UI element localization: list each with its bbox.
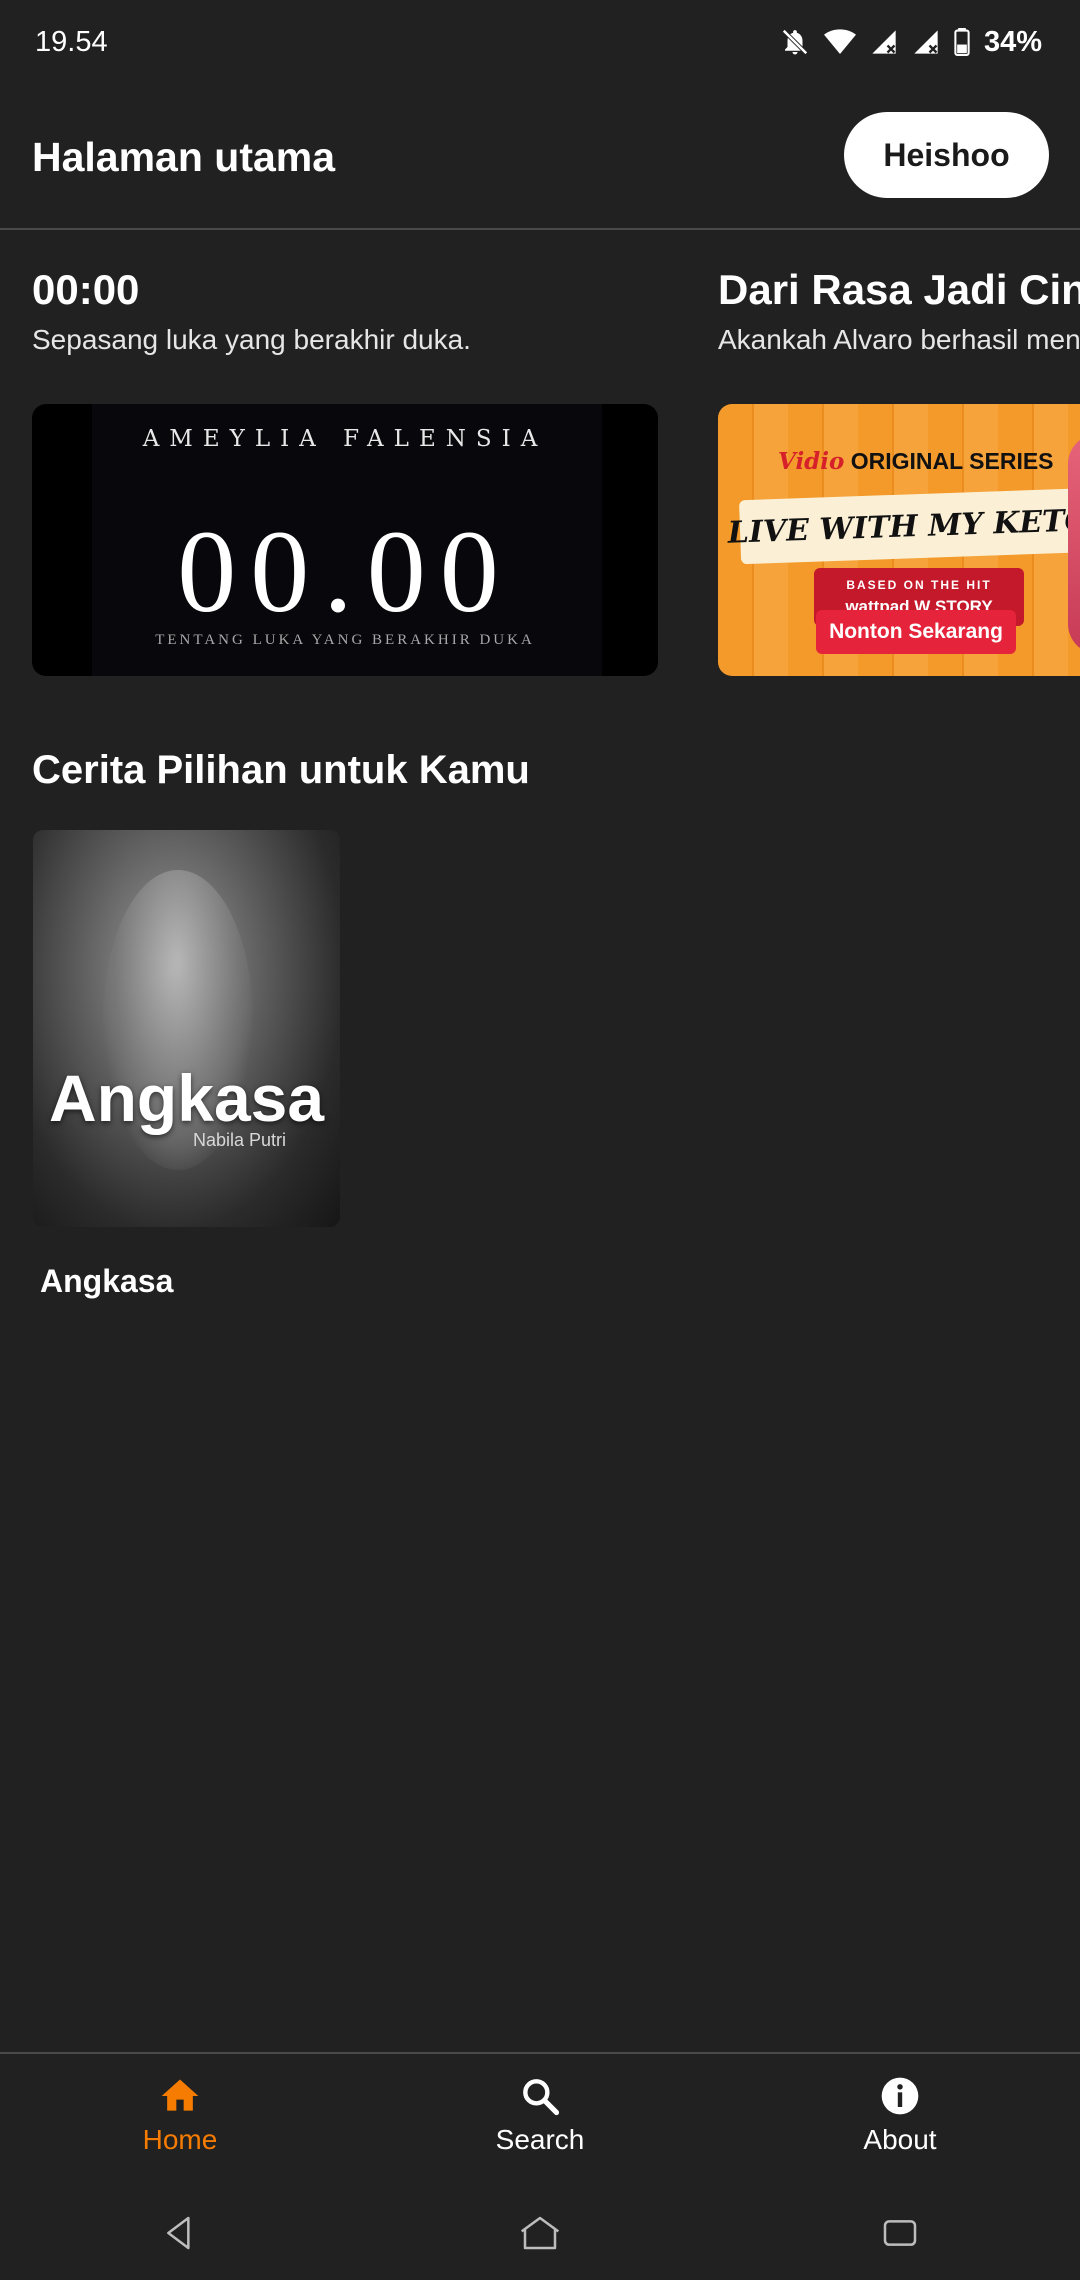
- status-icons: 34%: [780, 26, 1042, 59]
- banner-brand: Vidio ORIGINAL SERIES: [778, 448, 1054, 475]
- banner-tagline: TENTANG LUKA YANG BERAKHIR DUKA: [155, 632, 535, 648]
- featured-banner[interactable]: AMEYLIA FALENSIA 00.00 TENTANG LUKA YANG…: [32, 404, 658, 676]
- search-icon: [518, 2074, 562, 2124]
- profile-button[interactable]: Heishoo: [844, 112, 1049, 198]
- featured-carousel[interactable]: 00:00 Sepasang luka yang berakhir duka. …: [0, 232, 1080, 692]
- cover-author: Nabila Putri: [193, 1130, 287, 1150]
- vidio-logo: Vidio: [778, 448, 845, 475]
- section-title: Cerita Pilihan untuk Kamu: [32, 748, 530, 792]
- nav-about[interactable]: About: [720, 2054, 1080, 2184]
- home-icon: [158, 2074, 202, 2124]
- battery-level: 34%: [983, 25, 1042, 58]
- signal-icon: [912, 28, 940, 56]
- book-cover[interactable]: Angkasa Nabila Putri: [33, 830, 340, 1227]
- nav-home[interactable]: Home: [0, 2054, 360, 2184]
- watch-now-button[interactable]: Nonton Sekarang: [816, 610, 1016, 654]
- featured-title: Dari Rasa Jadi Cinta: [718, 266, 1080, 313]
- banner-author: AMEYLIA FALENSIA: [142, 426, 548, 452]
- book-card[interactable]: Angkasa Nabila Putri Angkasa: [33, 830, 340, 1300]
- bottom-navigation: Home Search About: [0, 2052, 1080, 2184]
- nav-search-label: Search: [495, 2124, 585, 2155]
- signal-icon: [870, 28, 898, 56]
- banner-title: 00.00: [177, 506, 513, 637]
- featured-banner[interactable]: Vidio ORIGINAL SERIES LIVE WITH MY KETOS…: [718, 404, 1080, 676]
- nav-home-label: Home: [142, 2124, 218, 2155]
- system-navigation-bar: [0, 2186, 1080, 2280]
- banner-series-title: LIVE WITH MY KETOS: [727, 487, 1080, 565]
- banner-character-image: [1068, 434, 1080, 654]
- nav-search[interactable]: Search: [360, 2054, 720, 2184]
- status-bar: 19.54 34%: [0, 0, 1080, 84]
- banner-brand-suffix: ORIGINAL SERIES: [850, 448, 1054, 474]
- featured-subtitle: Sepasang luka yang berakhir duka.: [32, 324, 471, 355]
- nav-about-label: About: [863, 2124, 937, 2155]
- banner-based-text: BASED ON THE HIT: [846, 578, 992, 592]
- featured-title: 00:00: [32, 266, 140, 313]
- battery-icon: [954, 28, 970, 56]
- recents-icon[interactable]: [870, 2203, 930, 2263]
- status-time: 19.54: [35, 25, 108, 58]
- bell-off-icon: [780, 27, 810, 57]
- cover-title: Angkasa: [48, 1061, 325, 1135]
- wifi-icon: [823, 28, 856, 56]
- info-icon: [878, 2074, 922, 2124]
- app-header: Halaman utama Heishoo: [0, 84, 1080, 230]
- featured-subtitle: Akankah Alvaro berhasil mendapatkan hati: [718, 324, 1080, 355]
- page-title: Halaman utama: [32, 134, 336, 180]
- back-icon[interactable]: [150, 2203, 210, 2263]
- home-outline-icon[interactable]: [510, 2203, 570, 2263]
- book-title: Angkasa: [40, 1263, 174, 1299]
